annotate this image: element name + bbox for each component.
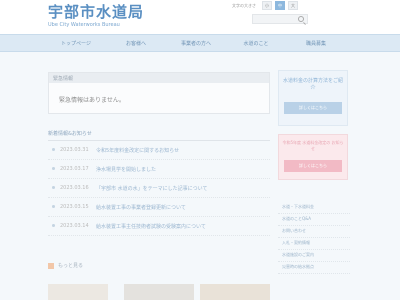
banner-image[interactable] — [200, 284, 270, 300]
news-link[interactable]: 給水装置工事の事業者登録更新について — [96, 204, 186, 211]
sidebar-link[interactable]: 水道・下水道料金 — [278, 202, 350, 214]
font-size-label: 文字の大きさ — [232, 2, 256, 8]
font-size-large-button[interactable]: 大 — [288, 1, 298, 10]
bullet-icon — [52, 167, 55, 170]
news-item[interactable]: 2023.03.14 給水装置工事主任技術者試験の受験案内について — [48, 217, 270, 236]
news-item[interactable]: 2023.03.15 給水装置工事の事業者登録更新について — [48, 198, 270, 217]
font-size-small-button[interactable]: 小 — [262, 1, 272, 10]
font-size-switcher: 文字の大きさ 小 中 大 — [232, 1, 298, 10]
sidebar-card-rate-text: 令和5年度 水道料金改定の お知らせ — [282, 140, 344, 151]
news-link[interactable]: 浄水場見学を開始しました — [96, 166, 156, 173]
rss-icon — [48, 262, 54, 269]
news-date: 2023.03.14 — [60, 223, 89, 229]
nav-item-about-water[interactable]: 水道のこと — [228, 35, 284, 52]
emergency-box: 緊急情報 緊急情報はありません。 — [48, 72, 270, 114]
sidebar-link[interactable]: 災害時の給水拠点 — [278, 262, 350, 274]
banner-image[interactable] — [124, 284, 194, 300]
font-size-medium-button[interactable]: 中 — [275, 1, 285, 10]
bullet-icon — [52, 186, 55, 189]
logo[interactable]: 宇部市水道局 Ube City Waterworks Bureau — [48, 3, 145, 29]
search-input[interactable] — [253, 24, 297, 33]
nav-item-business[interactable]: 事業者の方へ — [168, 35, 224, 52]
sidebar-card-rate: 令和5年度 水道料金改定の お知らせ 詳しくはこちら — [278, 134, 348, 180]
news-date: 2023.03.17 — [60, 166, 89, 172]
news-item[interactable]: 2023.03.17 浄水場見学を開始しました — [48, 160, 270, 179]
nav-item-top[interactable]: トップページ — [48, 35, 104, 52]
sidebar-card-calc-text: 水道料金の計算方法をご紹介 — [282, 78, 343, 91]
news-date: 2023.03.15 — [60, 204, 89, 210]
news-item[interactable]: 2023.03.31 令和5年度料金改定に関するお知らせ — [48, 141, 270, 160]
bullet-icon — [52, 224, 55, 227]
banner-strip — [48, 284, 278, 300]
logo-subtitle: Ube City Waterworks Bureau — [48, 22, 120, 28]
news-link[interactable]: 「宇部市 水道の水」をテーマにした記事について — [96, 185, 207, 192]
more-link-label: もっと見る — [58, 263, 84, 269]
bullet-icon — [52, 205, 55, 208]
main-content: 緊急情報 緊急情報はありません。 新着情報&お知らせ 2023.03.31 令和… — [48, 72, 270, 236]
sidebar-link[interactable]: 水道のことQ&A — [278, 214, 350, 226]
search-box — [252, 14, 308, 33]
banner-image[interactable] — [48, 284, 108, 300]
logo-title: 宇部市水道局 — [48, 3, 145, 21]
sidebar: 水道料金の計算方法をご紹介 詳しくはこちら 令和5年度 水道料金改定の お知らせ… — [278, 70, 350, 274]
news-heading: 新着情報&お知らせ — [48, 130, 270, 141]
news-link[interactable]: 給水装置工事主任技術者試験の受験案内について — [96, 223, 206, 230]
sidebar-card-rate-button[interactable]: 詳しくはこちら — [284, 160, 342, 172]
nav-item-customers[interactable]: お客様へ — [108, 35, 164, 52]
emergency-text: 緊急情報はありません。 — [59, 97, 125, 104]
sidebar-links: 水道・下水道料金 水道のことQ&A お問い合わせ 入札・契約情報 水道施設のご案… — [278, 202, 350, 274]
news-item[interactable]: 2023.03.16 「宇部市 水道の水」をテーマにした記事について — [48, 179, 270, 198]
bullet-icon — [52, 148, 55, 151]
emergency-heading: 緊急情報 — [49, 73, 269, 83]
nav-item-recruit[interactable]: 職員募集 — [288, 35, 344, 52]
news-link[interactable]: 令和5年度料金改定に関するお知らせ — [96, 147, 179, 154]
sidebar-link[interactable]: お問い合わせ — [278, 226, 350, 238]
news-date: 2023.03.31 — [60, 147, 89, 153]
search-icon[interactable] — [298, 16, 304, 22]
news-date: 2023.03.16 — [60, 185, 89, 191]
sidebar-link[interactable]: 入札・契約情報 — [278, 238, 350, 250]
sidebar-card-calc: 水道料金の計算方法をご紹介 詳しくはこちら — [278, 70, 348, 126]
header: 宇部市水道局 Ube City Waterworks Bureau 文字の大きさ… — [0, 0, 400, 34]
sidebar-link[interactable]: 水道施設のご案内 — [278, 250, 350, 262]
sidebar-card-calc-button[interactable]: 詳しくはこちら — [284, 102, 342, 114]
global-nav: トップページ お客様へ 事業者の方へ 水道のこと 職員募集 — [0, 34, 400, 52]
more-link[interactable]: もっと見る — [48, 262, 83, 269]
